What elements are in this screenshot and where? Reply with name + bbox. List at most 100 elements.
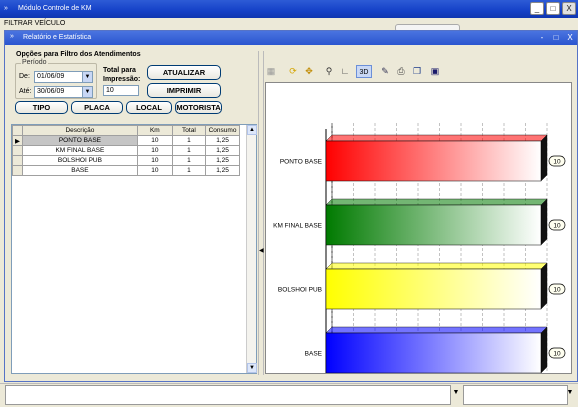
report-icon: » — [10, 33, 14, 40]
column-header-consumo[interactable]: Consumo — [205, 125, 240, 136]
scroll-up-icon[interactable]: ▲ — [247, 125, 257, 135]
copy-icon[interactable]: ❐ — [410, 65, 424, 78]
report-minimize-button[interactable]: - — [536, 32, 548, 43]
status-right-dropdown-icon[interactable]: ▼ — [565, 389, 575, 403]
column-header-total[interactable]: Total — [171, 125, 207, 136]
cell-descricao[interactable]: PONTO BASE — [22, 135, 138, 146]
cell-km[interactable]: 10 — [136, 165, 173, 176]
bar-top-face — [325, 134, 548, 142]
cell-total[interactable]: 1 — [171, 145, 207, 156]
total-input[interactable]: 10 — [103, 85, 139, 96]
status-field-right — [463, 385, 568, 405]
local-button[interactable]: LOCAL — [126, 101, 172, 114]
table-row[interactable]: ▶ PONTO BASE 10 1 1,25 — [12, 135, 240, 146]
atendimentos-grid: Descrição Km Total Consumo ▶ PONTO BASE … — [12, 125, 240, 176]
background-form-title: FILTRAR VEÍCULO — [4, 20, 66, 27]
cell-consumo[interactable]: 1,25 — [205, 145, 240, 156]
splitter-arrow-icon[interactable]: ◀ — [259, 247, 264, 254]
bar — [325, 140, 542, 182]
report-close-button[interactable]: X — [564, 32, 576, 43]
to-date-picker[interactable]: 30/06/09 ▼ — [34, 86, 93, 98]
bar-side-face — [540, 134, 548, 182]
print-icon[interactable]: ⎙ — [394, 65, 408, 78]
update-button[interactable]: ATUALIZAR — [147, 65, 221, 80]
chart-panel: 012345678910PONTO BASE10KM FINAL BASE10B… — [265, 82, 572, 395]
close-button[interactable]: X — [562, 2, 576, 15]
column-header-km[interactable]: Km — [136, 125, 173, 136]
scroll-down-icon[interactable]: ▼ — [247, 363, 257, 373]
report-window: » Relatório e Estatística - □ X Opções p… — [4, 30, 578, 395]
print-button[interactable]: IMPRIMIR — [147, 83, 221, 98]
bar-top-face — [325, 198, 548, 206]
maximize-button[interactable]: □ — [546, 2, 560, 15]
row-selector-icon[interactable]: ▶ — [12, 135, 23, 146]
app-icon: » — [4, 5, 8, 12]
axis-icon[interactable]: ∟ — [338, 65, 352, 78]
data-label: 10 — [553, 223, 561, 230]
rotate-icon[interactable]: ⟳ — [286, 65, 300, 78]
grid-toggle-icon[interactable]: ▦ — [264, 65, 278, 78]
bar-chart: 012345678910PONTO BASE10KM FINAL BASE10B… — [273, 123, 566, 395]
row-selector[interactable] — [12, 145, 23, 156]
cell-km[interactable]: 10 — [136, 155, 173, 166]
move-icon[interactable]: ✥ — [302, 65, 316, 78]
minimize-button[interactable]: _ — [530, 2, 544, 15]
to-date-value: 30/06/09 — [37, 88, 65, 95]
status-dropdown-icon[interactable]: ▼ — [451, 389, 461, 403]
app-title-bar: » Módulo Controle de KM _ □ X — [0, 0, 578, 18]
grid-corner — [12, 125, 23, 136]
bar-top-face — [325, 326, 548, 334]
row-selector[interactable] — [12, 155, 23, 166]
cell-descricao[interactable]: BOLSHOI PUB — [22, 155, 138, 166]
from-date-picker[interactable]: 01/06/09 ▼ — [34, 71, 93, 83]
bar — [325, 332, 542, 374]
data-label: 10 — [553, 287, 561, 294]
to-label: Até: — [19, 88, 32, 95]
bar — [325, 204, 542, 246]
cell-km[interactable]: 10 — [136, 135, 173, 146]
data-label: 10 — [553, 159, 561, 166]
data-label: 10 — [553, 351, 561, 358]
placa-button[interactable]: PLACA — [71, 101, 123, 114]
panel-splitter[interactable]: ◀ — [258, 51, 264, 375]
total-label-2: Impressão: — [103, 76, 141, 83]
report-title-bar: » Relatório e Estatística - □ X — [5, 31, 577, 45]
column-header-descricao[interactable]: Descrição — [22, 125, 138, 136]
edit-icon[interactable]: ✎ — [378, 65, 392, 78]
row-selector[interactable] — [12, 165, 23, 176]
cell-km[interactable]: 10 — [136, 145, 173, 156]
total-label-1: Total para — [103, 67, 136, 74]
save-icon[interactable]: ▣ — [428, 65, 442, 78]
cell-total[interactable]: 1 — [171, 135, 207, 146]
from-date-value: 01/06/09 — [37, 73, 65, 80]
y-category-label: BASE — [305, 351, 323, 358]
motorista-button[interactable]: MOTORISTA — [175, 101, 222, 114]
3d-toggle-icon[interactable]: 3D — [356, 65, 372, 78]
to-date-dropdown-icon[interactable]: ▼ — [82, 87, 92, 97]
cell-descricao[interactable]: BASE — [22, 165, 138, 176]
report-maximize-button[interactable]: □ — [550, 32, 562, 43]
filter-heading: Opções para Filtro dos Atendimentos — [16, 51, 141, 58]
y-category-label: PONTO BASE — [280, 159, 323, 166]
cell-consumo[interactable]: 1,25 — [205, 165, 240, 176]
cell-consumo[interactable]: 1,25 — [205, 135, 240, 146]
cell-consumo[interactable]: 1,25 — [205, 155, 240, 166]
from-label: De: — [19, 73, 30, 80]
table-row[interactable]: BASE 10 1 1,25 — [12, 165, 240, 176]
bar-side-face — [540, 262, 548, 310]
table-row[interactable]: BOLSHOI PUB 10 1 1,25 — [12, 155, 240, 166]
grid-vertical-scrollbar[interactable]: ▲ ▼ — [246, 125, 257, 373]
bar — [325, 268, 542, 310]
cell-total[interactable]: 1 — [171, 165, 207, 176]
zoom-icon[interactable]: ⚲ — [322, 65, 336, 78]
status-field-left — [5, 385, 451, 405]
bar-side-face — [540, 198, 548, 246]
table-row[interactable]: KM FINAL BASE 10 1 1,25 — [12, 145, 240, 156]
period-legend: Período — [21, 59, 48, 66]
chart-toolbar: ▦ ⟳ ✥ ⚲ ∟ 3D ✎ ⎙ ❐ ▣ — [264, 65, 564, 79]
from-date-dropdown-icon[interactable]: ▼ — [82, 72, 92, 82]
tipo-button[interactable]: TIPO — [15, 101, 68, 114]
cell-total[interactable]: 1 — [171, 155, 207, 166]
y-category-label: BOLSHOI PUB — [278, 287, 322, 294]
cell-descricao[interactable]: KM FINAL BASE — [22, 145, 138, 156]
